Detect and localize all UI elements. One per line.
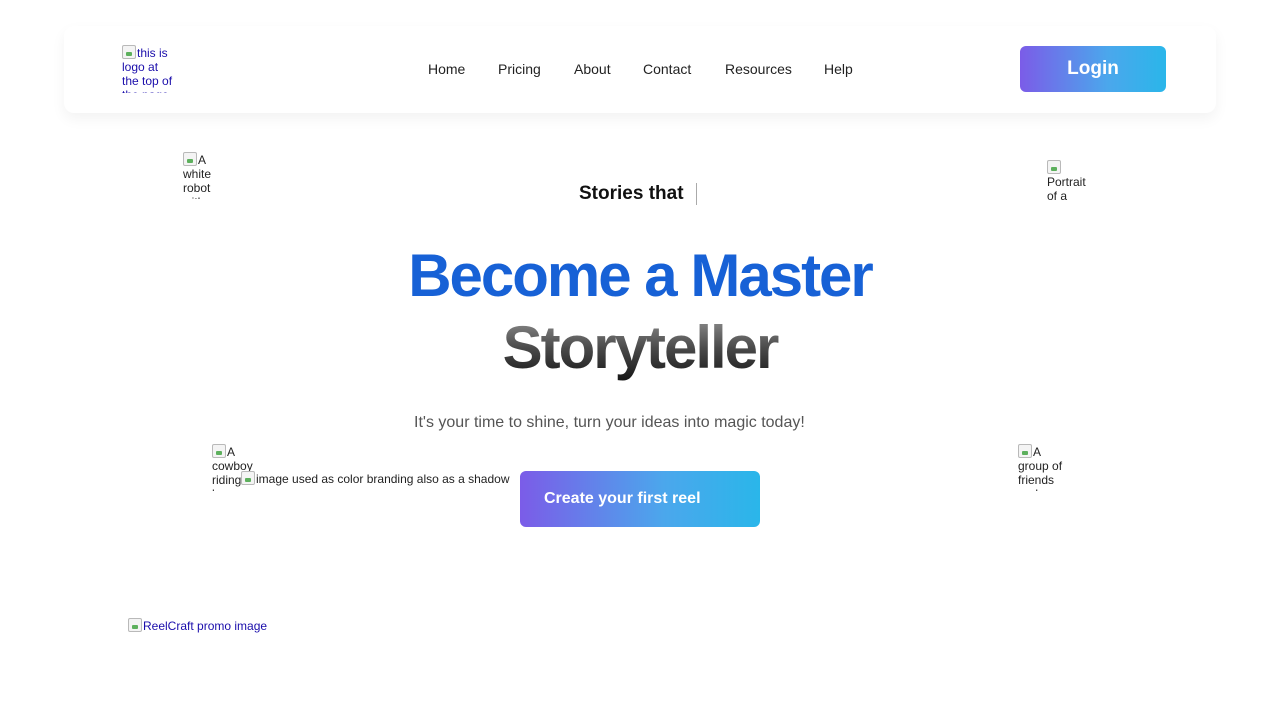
portrait-image-alt: Portrait of a wom xyxy=(1047,175,1086,207)
hero-subtitle: It's your time to shine, turn your ideas… xyxy=(414,414,805,431)
hero-headline-line2: Storyteller xyxy=(0,312,1280,384)
portrait-image: Portrait of a wom xyxy=(1047,160,1091,207)
nav-home[interactable]: Home xyxy=(428,61,465,77)
landing-page: this is logo at the top of the page Home… xyxy=(0,0,1280,720)
promo-image-alt: ReelCraft promo image xyxy=(143,619,268,633)
brand-shadow-image-alt: image used as color branding also as a s… xyxy=(256,472,510,486)
nav-contact[interactable]: Contact xyxy=(643,61,691,77)
robot-image: A white robot with a xyxy=(183,152,229,199)
broken-image-icon xyxy=(183,152,197,166)
hero-headline-line1: Become a Master xyxy=(408,242,874,309)
broken-image-icon xyxy=(1018,444,1032,458)
nav-pricing[interactable]: Pricing xyxy=(498,61,541,77)
nav-help[interactable]: Help xyxy=(824,61,853,77)
friends-image: A group of friends and xyxy=(1018,444,1068,491)
promo-image: ReelCraft promo image xyxy=(128,618,267,633)
typing-caret xyxy=(696,183,697,205)
broken-image-icon xyxy=(1047,160,1061,174)
brand-shadow-image: image used as color branding also as a s… xyxy=(241,471,521,487)
nav-about[interactable]: About xyxy=(574,61,611,77)
nav-resources[interactable]: Resources xyxy=(725,61,792,77)
broken-image-icon xyxy=(122,45,136,59)
broken-image-icon xyxy=(128,618,142,632)
site-header: this is logo at the top of the page Home… xyxy=(64,26,1216,113)
login-button[interactable]: Login xyxy=(1020,46,1166,92)
create-reel-button[interactable]: Create your first reel xyxy=(520,471,760,527)
hero-tagline: Stories that xyxy=(579,183,684,204)
broken-image-icon xyxy=(241,471,255,485)
broken-image-icon xyxy=(212,444,226,458)
